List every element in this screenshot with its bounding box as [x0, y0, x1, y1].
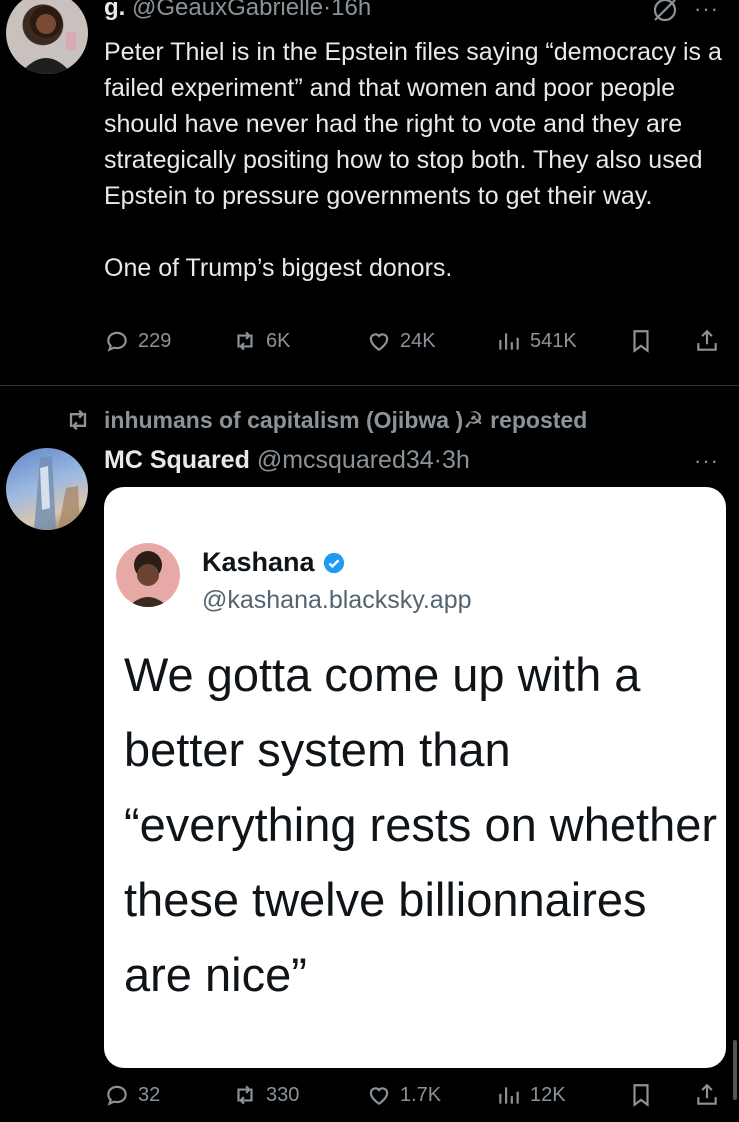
reply-button[interactable]: 32 [104, 1082, 160, 1108]
tweet2-handle[interactable]: @mcsquared34 [257, 446, 434, 474]
like-icon [369, 1087, 389, 1105]
tweet2-display-name[interactable]: MC Squared [104, 446, 250, 474]
reply-icon [107, 331, 127, 352]
avatar-kashana [116, 543, 180, 607]
embedded-author-handle: @kashana.blacksky.app [202, 586, 472, 614]
like-icon [369, 333, 389, 351]
tweet2-separator: · [433, 446, 442, 474]
tweet1-paragraph-1: Peter Thiel is in the Epstein files sayi… [104, 38, 722, 210]
bookmark-icon [633, 330, 649, 353]
verified-icon [323, 552, 344, 573]
bookmark-icon [633, 1084, 649, 1107]
repost-icon [237, 1085, 253, 1105]
views-button[interactable]: 12K [496, 1082, 566, 1108]
repost-banner-text: inhumans of capitalism (Ojibwa )☭ repost… [104, 406, 588, 433]
repost-count: 330 [266, 1083, 300, 1106]
views-count: 12K [530, 1083, 566, 1106]
repost-button[interactable]: 330 [232, 1082, 299, 1108]
repost-count: 6K [266, 329, 291, 352]
tweet2-time[interactable]: 3h [442, 446, 470, 474]
avatar-geauxgabrielle[interactable] [6, 0, 88, 74]
like-button[interactable]: 1.7K [366, 1082, 441, 1108]
views-icon [499, 1087, 519, 1104]
embedded-post-text: We gotta come up with a better system th… [124, 648, 718, 1001]
reply-icon [107, 1085, 127, 1106]
tweet1-more-button[interactable]: ··· [694, 0, 719, 22]
tweet-divider [0, 385, 739, 386]
tweet2-header: MC Squared @mcsquared34·3h [104, 446, 470, 475]
scrollbar[interactable] [733, 1040, 737, 1100]
embedded-author: Kashana [202, 547, 345, 578]
bookmark-button[interactable] [628, 1082, 654, 1108]
like-count: 1.7K [400, 1083, 442, 1106]
share-button[interactable] [694, 328, 720, 354]
views-button[interactable]: 541K [496, 328, 577, 354]
repost-button[interactable]: 6K [232, 328, 290, 354]
share-icon [697, 1083, 717, 1105]
repost-icon [69, 409, 87, 431]
bookmark-button[interactable] [628, 328, 654, 354]
tweet1-handle[interactable]: @GeauxGabrielle [132, 0, 323, 21]
like-button[interactable]: 24K [366, 328, 436, 354]
reply-button[interactable]: 229 [104, 328, 171, 354]
views-icon [499, 333, 519, 350]
repost-icon [237, 331, 253, 351]
tweet1-paragraph-2: One of Trump’s biggest donors. [104, 254, 453, 282]
repost-banner[interactable]: inhumans of capitalism (Ojibwa )☭ repost… [64, 406, 587, 434]
grok-icon[interactable] [651, 0, 679, 29]
reply-count: 32 [138, 1083, 161, 1106]
tweet1-time[interactable]: 16h [331, 0, 371, 21]
tweet1-header: g. @GeauxGabrielle·16h [104, 0, 371, 22]
embedded-post-image[interactable]: Kashana @kashana.blacksky.app We gotta c… [104, 487, 726, 1068]
avatar-mcsquared[interactable] [6, 448, 88, 530]
tweet2-actions: 32 330 1.7K 12K [104, 1082, 729, 1122]
tweet1-separator: · [323, 0, 332, 21]
share-button[interactable] [694, 1082, 720, 1108]
tweet1-text: Peter Thiel is in the Epstein files sayi… [104, 34, 734, 286]
tweet1-actions: 229 6K 24K 541K [104, 328, 729, 368]
tweet1-display-name[interactable]: g. [104, 0, 125, 21]
reply-count: 229 [138, 329, 172, 352]
tweet2-more-button[interactable]: ··· [694, 448, 719, 474]
views-count: 541K [530, 329, 577, 352]
embedded-author-name: Kashana [202, 547, 315, 577]
share-icon [697, 329, 717, 351]
like-count: 24K [400, 329, 436, 352]
